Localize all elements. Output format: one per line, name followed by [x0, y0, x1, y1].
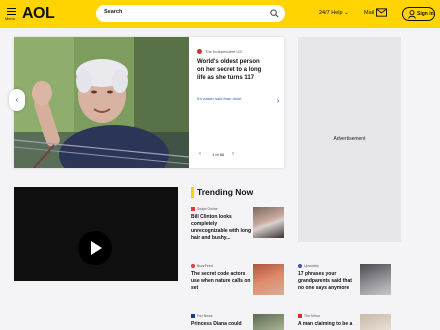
- story-source: The Mirror: [298, 314, 320, 318]
- hero-photo[interactable]: [14, 37, 189, 168]
- story-source: Fox News: [191, 314, 213, 318]
- source-logo-icon: [191, 314, 195, 318]
- story-source: Swipe Online: [191, 207, 218, 211]
- hamburger-icon-bar: [7, 13, 16, 15]
- hero-photo-illustration: [14, 37, 189, 168]
- trending-story[interactable]: Upworthy 17 phrases your grandparents sa…: [298, 264, 393, 296]
- trending-title: Trending Now: [197, 187, 254, 197]
- search-placeholder: Search: [104, 9, 123, 15]
- help-link[interactable]: 24/7 Help ⌄: [319, 10, 349, 16]
- menu-label: Menu: [5, 16, 16, 21]
- trending-accent-bar: [191, 187, 194, 198]
- hero-carousel: The Independent US World's oldest person…: [14, 37, 284, 168]
- video-player[interactable]: [14, 187, 178, 281]
- trending-story[interactable]: Swipe Online Bill Clinton looks complete…: [191, 207, 286, 247]
- search-icon[interactable]: [270, 9, 279, 18]
- story-source-label: Upworthy: [304, 264, 319, 268]
- hamburger-icon: [7, 7, 16, 9]
- advertisement-label: Advertisement: [333, 136, 366, 142]
- pager-prev-icon[interactable]: ‹: [199, 151, 201, 157]
- search-input[interactable]: Search: [96, 5, 285, 22]
- story-source-label: The Mirror: [304, 314, 321, 318]
- advertisement-slot[interactable]: Advertisement: [298, 37, 401, 242]
- story-source-label: Swipe Online: [197, 207, 218, 211]
- hero-headline[interactable]: World's oldest person on her secret to a…: [197, 58, 265, 82]
- sign-in-button[interactable]: Sign in: [402, 7, 435, 21]
- mail-link[interactable]: Mail: [364, 10, 374, 16]
- pager-count: 1 of 86: [212, 152, 225, 157]
- story-thumbnail[interactable]: [253, 264, 284, 295]
- story-thumbnail[interactable]: [360, 264, 391, 295]
- story-headline[interactable]: Bill Clinton looks completely unrecogniz…: [191, 214, 251, 242]
- help-label: 24/7 Help: [319, 10, 343, 16]
- source-logo-icon: [191, 264, 195, 268]
- hero-source-label: The Independent US: [205, 49, 242, 54]
- trending-story[interactable]: Fox News Princess Diana could: [191, 314, 286, 330]
- play-button[interactable]: [78, 231, 112, 265]
- story-thumbnail[interactable]: [360, 314, 391, 330]
- story-source: Upworthy: [298, 264, 319, 268]
- story-thumbnail[interactable]: [253, 207, 284, 238]
- sign-in-label: Sign in: [417, 11, 434, 17]
- source-logo-icon: [298, 314, 302, 318]
- trending-story[interactable]: BuzzFeed The secret code actors use when…: [191, 264, 286, 296]
- source-logo-icon: [298, 264, 302, 268]
- story-source-label: BuzzFeed: [197, 264, 213, 268]
- source-logo-icon: [191, 207, 195, 211]
- hero-read-more[interactable]: It's easier said than done: [197, 96, 241, 101]
- story-headline[interactable]: The secret code actors use when nature c…: [191, 271, 251, 292]
- menu-button[interactable]: Menu: [5, 6, 19, 22]
- chevron-down-icon: ⌄: [344, 10, 349, 16]
- story-headline[interactable]: Princess Diana could: [191, 321, 251, 328]
- top-header: Menu AOL Search 24/7 Help ⌄ Mail Sign in: [0, 0, 440, 28]
- mail-label: Mail: [364, 10, 375, 16]
- story-headline[interactable]: A man claiming to be a: [298, 321, 358, 328]
- story-headline[interactable]: 17 phrases your grandparents said that n…: [298, 271, 358, 292]
- user-icon: [408, 10, 416, 19]
- story-source-label: Fox News: [197, 314, 213, 318]
- pager-next-icon[interactable]: ›: [232, 151, 234, 157]
- hero-source: The Independent US: [197, 49, 242, 54]
- aol-logo[interactable]: AOL: [22, 5, 55, 23]
- carousel-pager: ‹ 1 of 86 ›: [196, 150, 240, 160]
- hamburger-icon-bar: [7, 10, 16, 12]
- story-thumbnail[interactable]: [253, 314, 284, 330]
- source-logo-icon: [197, 49, 202, 54]
- carousel-prev-button[interactable]: ‹: [9, 89, 25, 111]
- story-source: BuzzFeed: [191, 264, 213, 268]
- mail-icon[interactable]: [376, 8, 387, 17]
- carousel-next-button[interactable]: ›: [271, 93, 285, 109]
- trending-story[interactable]: The Mirror A man claiming to be a: [298, 314, 393, 330]
- play-icon: [91, 241, 102, 255]
